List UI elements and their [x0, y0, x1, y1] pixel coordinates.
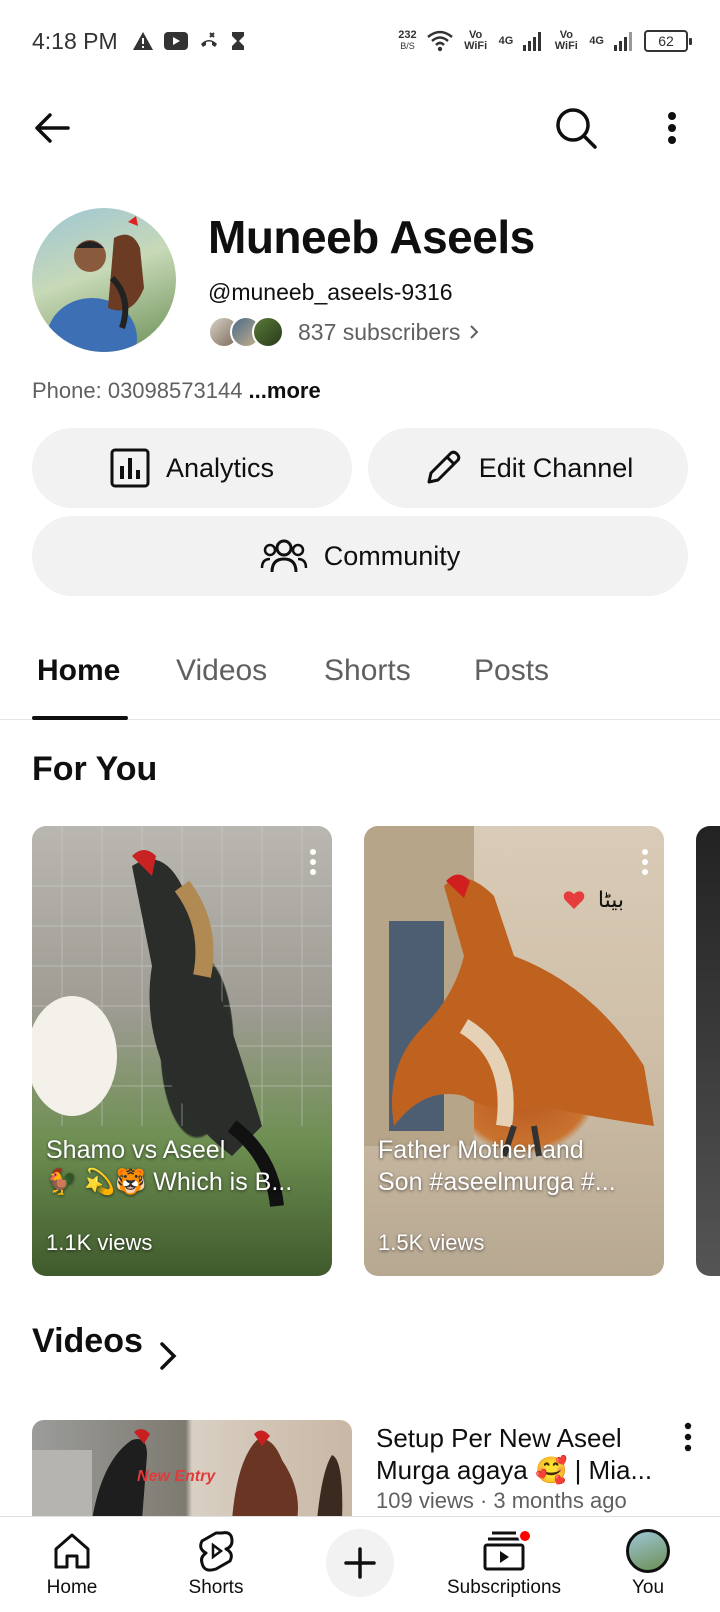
rooster-image [32, 826, 332, 1207]
channel-description[interactable]: Phone: 03098573144 ...more [32, 378, 321, 404]
status-time: 4:18 PM [32, 27, 118, 54]
analytics-label: Analytics [165, 452, 275, 483]
heart-sticker-icon [563, 891, 585, 909]
phone-text: Phone: 03098573144 [32, 378, 249, 403]
urdu-sticker: بیٹا [597, 888, 624, 913]
chevron-right-icon[interactable] [156, 1338, 180, 1374]
community-label: Community [323, 540, 461, 571]
analytics-button[interactable]: Analytics [32, 428, 352, 508]
channel-name: Muneeb Aseels [208, 211, 535, 263]
create-button[interactable] [326, 1529, 394, 1597]
more-options-icon[interactable] [682, 1422, 694, 1452]
nav-you-label: You [631, 1577, 665, 1598]
analytics-icon [110, 448, 150, 488]
subscriber-count: 837 subscribers [298, 318, 461, 345]
edit-channel-button[interactable]: Edit Channel [368, 428, 688, 508]
net-speed: 232 B/S [398, 29, 417, 52]
short-views: 1.5K views [378, 1230, 485, 1255]
nav-subscriptions-label: Subscriptions [446, 1577, 562, 1598]
nav-shorts-label: Shorts [188, 1577, 244, 1598]
short-views: 1.1K views [46, 1230, 153, 1255]
subscriber-avatar [252, 316, 284, 348]
tab-videos[interactable]: Videos [176, 654, 267, 688]
wifi-icon [426, 30, 453, 52]
notification-dot [518, 1529, 532, 1543]
video-meta: 109 views · 3 months ago [376, 1488, 627, 1513]
nav-home[interactable]: Home [12, 1525, 132, 1599]
more-options-icon[interactable] [308, 848, 318, 876]
active-tab-indicator [32, 716, 128, 720]
nav-shorts[interactable]: Shorts [156, 1525, 276, 1599]
bottom-navigation: Home Shorts Subscriptions You [0, 1516, 720, 1612]
nav-home-label: Home [46, 1577, 98, 1598]
channel-tabs: Home Videos Shorts Posts [0, 636, 720, 720]
chevron-right-icon [470, 325, 479, 339]
youtube-notification-icon [163, 32, 188, 50]
nav-subscriptions[interactable]: Subscriptions [444, 1525, 564, 1599]
nav-you[interactable]: You [588, 1525, 708, 1599]
tab-home[interactable]: Home [37, 654, 120, 688]
short-card[interactable]: بیٹا Father Mother and Son #aseelmurga #… [364, 826, 664, 1276]
short-title: Shamo vs Aseel 🐓 💫🐯 Which is B... [46, 1136, 293, 1196]
short-title: Father Mother and Son #aseelmurga #... [378, 1136, 616, 1196]
videos-heading[interactable]: Videos [32, 1322, 143, 1361]
status-bar: 4:18 PM 232 B/S Vo WiFi 4G Vo WiFi 4G 62 [0, 0, 720, 82]
sim1-vowifi: Vo WiFi [464, 29, 488, 52]
shorts-icon [199, 1531, 234, 1572]
edit-channel-label: Edit Channel [478, 452, 634, 483]
battery-icon: 62 [644, 30, 692, 52]
notification-icons [132, 30, 246, 52]
signal-icon [523, 32, 542, 51]
hourglass-icon [231, 32, 244, 50]
channel-handle: @muneeb_aseels-9316 [208, 279, 453, 305]
tab-shorts[interactable]: Shorts [324, 654, 411, 688]
search-icon[interactable] [552, 104, 600, 152]
more-options-icon[interactable] [640, 848, 650, 876]
community-icon [260, 539, 307, 573]
thumbnail-overlay-text: New Entry [137, 1468, 216, 1485]
warning-icon [132, 32, 153, 50]
tab-posts[interactable]: Posts [474, 654, 549, 688]
avatar-image [47, 216, 144, 352]
video-title[interactable]: Setup Per New Aseel Murga agaya 🥰 | Mia.… [376, 1422, 666, 1486]
plus-icon [344, 1547, 376, 1579]
top-app-bar [0, 92, 720, 164]
sim2-net: 4G [589, 34, 604, 47]
signal-icon [614, 32, 632, 51]
subscriber-avatars [208, 316, 284, 348]
short-card-partial[interactable] [696, 826, 720, 1276]
more-options-icon[interactable] [654, 104, 690, 152]
system-icons: 232 B/S Vo WiFi 4G Vo WiFi 4G 62 [398, 29, 692, 52]
more-link[interactable]: ...more [249, 378, 321, 403]
video-thumbnail[interactable]: New Entry [32, 1420, 352, 1520]
subscribers-row[interactable]: 837 subscribers [208, 316, 482, 348]
short-card[interactable]: Shamo vs Aseel 🐓 💫🐯 Which is B... 1.1K v… [32, 826, 332, 1276]
home-icon [54, 1533, 90, 1569]
channel-avatar[interactable] [32, 208, 176, 352]
sim2-vowifi: Vo WiFi [554, 29, 578, 52]
back-arrow-icon[interactable] [30, 106, 74, 150]
sim1-net: 4G [498, 34, 514, 47]
pencil-icon [427, 450, 460, 484]
you-avatar [626, 1529, 670, 1573]
missed-call-icon [200, 32, 217, 47]
for-you-heading: For You [32, 750, 158, 788]
community-button[interactable]: Community [32, 516, 688, 596]
